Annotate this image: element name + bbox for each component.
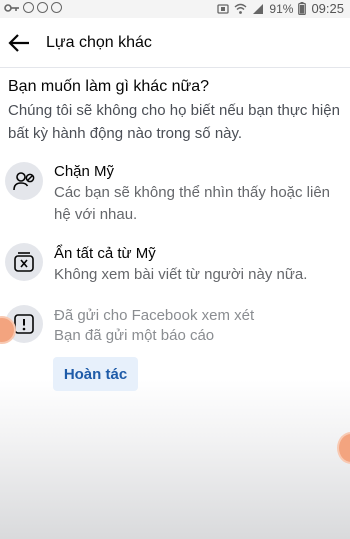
battery-percent: 91% xyxy=(269,1,294,16)
clock: 09:25 xyxy=(311,1,344,16)
option-reported-description: Bạn đã gửi một báo cáo xyxy=(54,327,215,344)
signal-icon xyxy=(253,3,264,14)
status-bar: 91% 09:25 xyxy=(0,0,350,18)
hide-all-icon xyxy=(14,252,34,272)
app-bar: Lựa chọn khác xyxy=(0,18,350,68)
section-subheading: Chúng tôi sẽ không cho họ biết nếu bạn t… xyxy=(8,102,340,142)
option-reported-title: Đã gửi cho Facebook xem xét xyxy=(54,307,255,324)
option-hide-all[interactable]: Ẩn tất cả từ Mỹ Không xem bài viết từ ng… xyxy=(0,241,350,291)
page-title: Lựa chọn khác xyxy=(46,34,152,51)
circle-icon xyxy=(23,2,34,13)
hide-all-icon-circle xyxy=(5,243,43,281)
undo-button[interactable]: Hoàn tác xyxy=(53,357,138,391)
chat-head-bubble-right[interactable] xyxy=(337,432,350,464)
battery-icon xyxy=(298,2,307,15)
option-block-description: Các bạn sẽ không thể nhìn thấy hoặc liên… xyxy=(54,184,331,223)
block-user-icon-circle xyxy=(5,162,43,200)
option-hide-all-title: Ẩn tất cả từ Mỹ xyxy=(54,245,156,262)
status-left-icons xyxy=(4,2,62,13)
section-heading: Bạn muốn làm gì khác nữa? xyxy=(8,78,210,95)
status-right: 91% 09:25 xyxy=(217,1,344,16)
wifi-icon xyxy=(234,3,247,14)
back-arrow-icon xyxy=(8,34,29,52)
block-user-icon xyxy=(13,172,35,191)
option-hide-all-description: Không xem bài viết từ người này nữa. xyxy=(54,266,308,283)
option-block-user[interactable]: Chặn Mỹ Các bạn sẽ không thể nhìn thấy h… xyxy=(0,158,350,228)
circle-icon xyxy=(37,2,48,13)
option-block-title: Chặn Mỹ xyxy=(54,163,115,180)
circle-icon xyxy=(51,2,62,13)
back-button[interactable] xyxy=(7,31,33,55)
sim-icon xyxy=(217,3,230,14)
key-icon xyxy=(4,3,19,12)
option-reported: Đã gửi cho Facebook xem xét Bạn đã gửi m… xyxy=(0,303,350,353)
